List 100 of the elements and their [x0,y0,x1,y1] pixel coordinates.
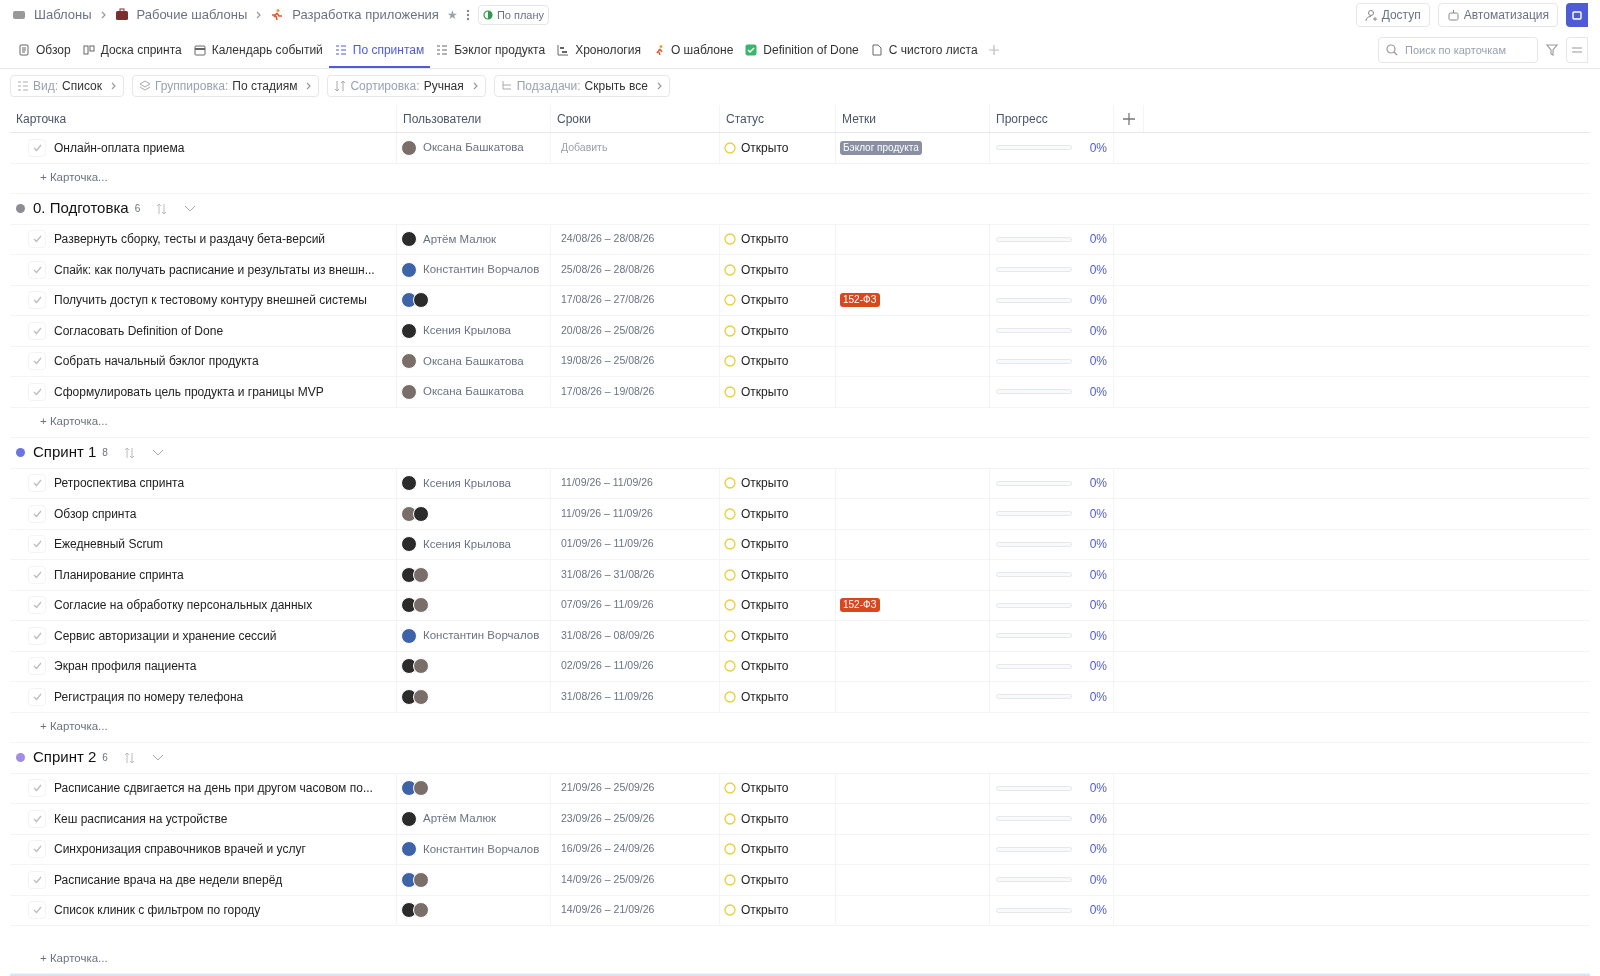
date-range[interactable]: 07/09/26 – 11/09/26 [561,597,654,614]
status-label[interactable]: Открыто [741,321,789,340]
checkbox[interactable] [28,260,46,279]
date-range[interactable]: 19/08/26 – 25/08/26 [561,353,655,370]
status-label[interactable]: Открыто [741,565,789,584]
view-option-button[interactable]: Вид: Список [10,75,124,97]
checkbox[interactable] [28,321,46,340]
checkbox[interactable] [28,809,46,828]
status-label[interactable]: Открыто [741,291,789,310]
sort-button[interactable] [123,446,136,459]
tab[interactable]: Доска спринта [76,34,188,68]
view-option-button[interactable]: Сортировка: Ручная [327,75,486,97]
status-label[interactable]: Открыто [741,596,789,615]
more-icon[interactable] [465,9,470,21]
sort-button[interactable] [123,751,136,764]
date-range[interactable]: 14/09/26 – 21/09/26 [561,902,655,919]
date-range[interactable]: 23/09/26 – 25/09/26 [561,810,655,827]
action-button[interactable] [1566,3,1588,27]
checkbox[interactable] [28,138,46,157]
group-title[interactable]: 0. Подготовка [33,197,129,220]
tab[interactable]: Хронология [551,34,647,68]
sort-button[interactable] [156,202,169,215]
date-range[interactable]: 31/08/26 – 31/08/26 [561,566,655,583]
checkbox[interactable] [28,291,46,310]
date-range[interactable]: 11/09/26 – 11/09/26 [561,505,653,522]
date-range[interactable]: 25/08/26 – 28/08/26 [561,261,655,278]
status-label[interactable]: Открыто [741,138,789,157]
date-range[interactable]: 31/08/26 – 11/09/26 [561,688,654,705]
status-label[interactable]: Открыто [741,840,789,859]
checkbox[interactable] [28,840,46,859]
group-title[interactable]: Спринт 1 [33,441,97,464]
card-title[interactable]: Список клиник с фильтром по городу [54,901,261,920]
tab[interactable]: Definition of Done [739,34,865,68]
plan-status-badge[interactable]: По плану [477,4,550,26]
date-range[interactable]: 02/09/26 – 11/09/26 [561,658,654,675]
checkbox[interactable] [28,352,46,371]
status-label[interactable]: Открыто [741,901,789,920]
card-title[interactable]: Сервис авторизации и хранение сессий [54,626,277,645]
status-label[interactable]: Открыто [741,535,789,554]
checkbox[interactable] [28,474,46,493]
tab[interactable]: О шаблоне [646,34,740,68]
date-range[interactable]: 11/09/26 – 11/09/26 [561,475,653,492]
status-label[interactable]: Открыто [741,352,789,371]
date-range[interactable]: 16/09/26 – 24/09/26 [561,841,655,858]
checkbox[interactable] [28,870,46,889]
card-title[interactable]: Развернуть сборку, тесты и раздачу бета-версий [54,230,326,249]
card-title[interactable]: Спайк: как получать расписание и результаты из внешн... [54,260,375,279]
date-range[interactable]: 31/08/26 – 08/09/26 [561,627,655,644]
tab[interactable]: Календарь событий [187,34,329,68]
status-label[interactable]: Открыто [741,382,789,401]
add-card-button[interactable]: + Карточка... [40,949,108,968]
checkbox[interactable] [28,230,46,249]
header-button[interactable]: Автоматизация [1437,3,1558,27]
add-tab-icon[interactable] [987,44,1000,56]
date-range[interactable]: 21/09/26 – 25/09/26 [561,780,655,797]
checkbox[interactable] [28,779,46,798]
card-title[interactable]: Синхронизация справочников врачей и услуг [54,840,306,859]
status-label[interactable]: Открыто [741,504,789,523]
checkbox[interactable] [28,626,46,645]
status-label[interactable]: Открыто [741,260,789,279]
checkbox[interactable] [28,596,46,615]
card-title[interactable]: Ретроспектива спринта [54,474,185,493]
status-label[interactable]: Открыто [741,230,789,249]
tab[interactable]: По спринтам [328,34,431,68]
status-label[interactable]: Открыто [741,809,789,828]
card-title[interactable]: Обзор спринта [54,504,137,523]
status-label[interactable]: Открыто [741,474,789,493]
card-title[interactable]: Получить доступ к тестовому контуру внешней системы [54,291,367,310]
checkbox[interactable] [28,565,46,584]
date-range[interactable]: 20/08/26 – 25/08/26 [561,322,655,339]
view-option-button[interactable]: Подзадачи: Скрыть все [493,75,670,97]
add-card-button[interactable]: + Карточка... [40,169,108,187]
date-range[interactable]: 17/08/26 – 27/08/26 [561,292,655,309]
header-button[interactable]: Доступ [1355,3,1430,27]
card-title[interactable]: Ежедневный Scrum [54,535,164,554]
card-title[interactable]: Расписание врача на две недели вперёд [54,870,283,889]
checkbox[interactable] [28,535,46,554]
checkbox[interactable] [28,382,46,401]
collapse-button[interactable] [151,753,164,762]
breadcrumb-link[interactable]: Рабочие шаблоны [136,5,248,25]
group-title[interactable]: Спринт 2 [33,746,97,769]
status-label[interactable]: Открыто [741,870,789,889]
status-label[interactable]: Открыто [741,779,789,798]
card-title[interactable]: Согласовать Definition of Done [54,321,224,340]
view-option-button[interactable]: Группировка: По стадиям [132,75,320,97]
breadcrumb-link[interactable]: Шаблоны [34,5,92,25]
status-label[interactable]: Открыто [741,626,789,645]
card-title[interactable]: Сформулировать цель продукта и границы MVP [54,382,324,401]
settings-button[interactable] [1566,37,1588,63]
checkbox[interactable] [28,901,46,920]
date-range[interactable]: 24/08/26 – 28/08/26 [561,231,655,248]
card-title[interactable]: Собрать начальный бэклог продукта [54,352,259,371]
search-field[interactable]: Поиск по карточкам [1378,37,1538,63]
card-title[interactable]: Расписание сдвигается на день при другом часовом по... [54,779,373,798]
card-title[interactable]: Кеш расписания на устройстве [54,809,228,828]
checkbox[interactable] [28,657,46,676]
date-range[interactable]: 14/09/26 – 25/09/26 [561,871,655,888]
add-card-button[interactable]: + Карточка... [40,718,108,736]
tab[interactable]: Обзор [12,34,77,68]
tab[interactable]: Бэклог продукта [430,34,552,68]
